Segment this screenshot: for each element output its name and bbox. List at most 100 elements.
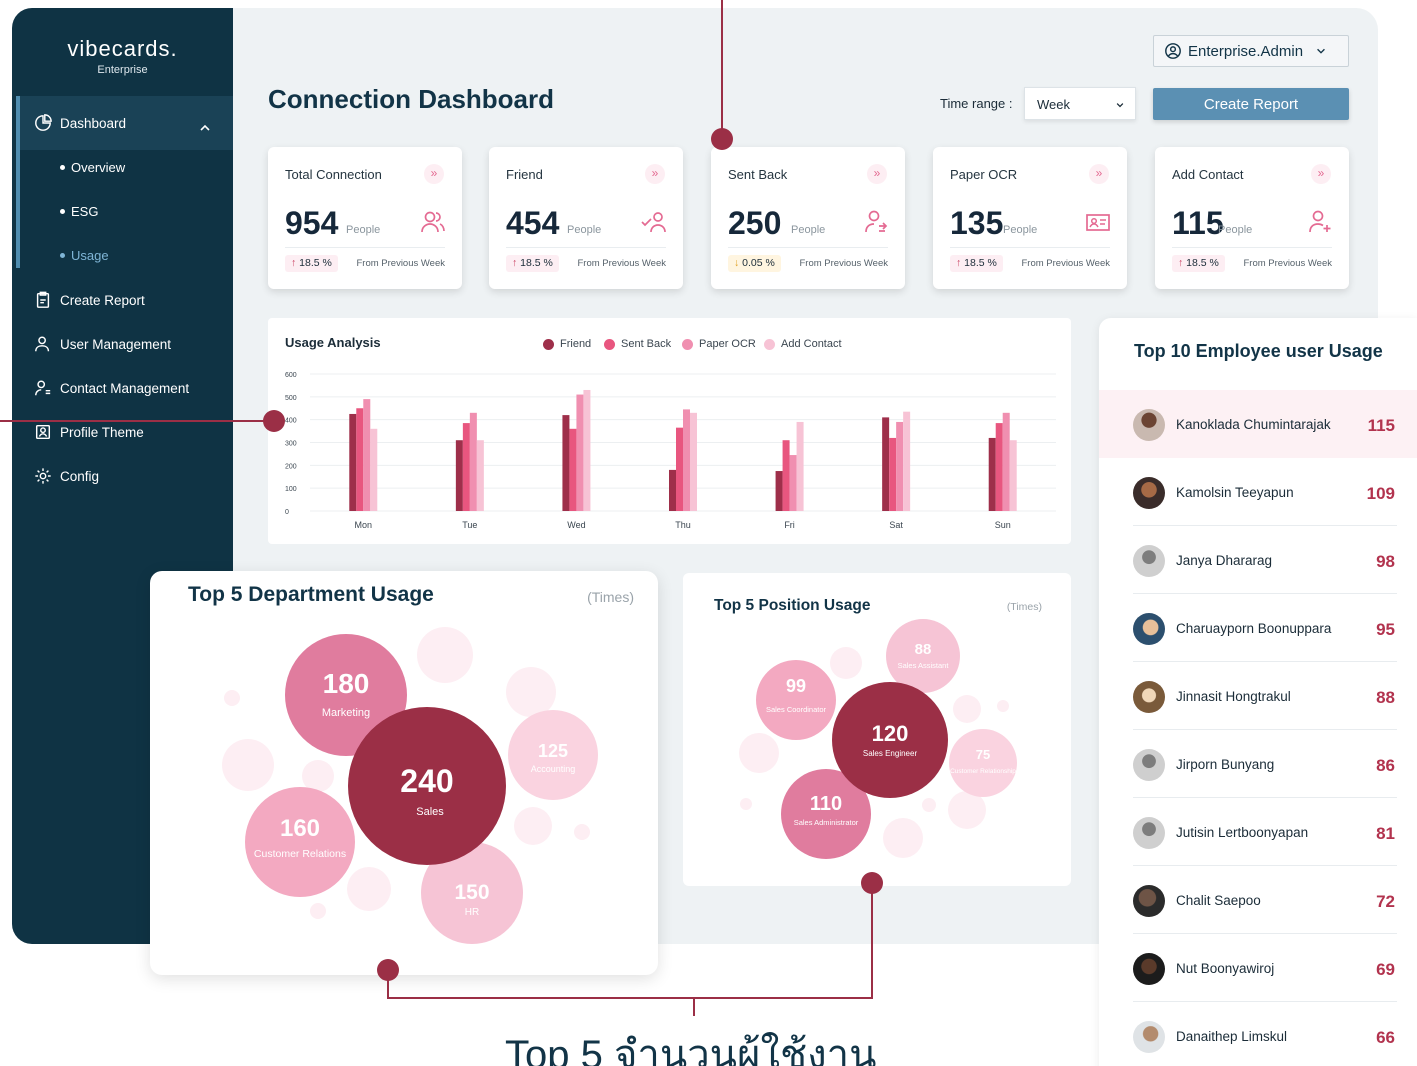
employee-row[interactable]: Danaithep Limskul 66 (1099, 1002, 1417, 1066)
decor-bubble (922, 798, 936, 812)
card-title: Paper OCR (950, 167, 1018, 182)
employee-count: 81 (1376, 824, 1395, 843)
employee-row[interactable]: Janya Dhararag 98 (1099, 526, 1417, 594)
decor-bubble (883, 818, 923, 858)
employee-row[interactable]: Jinnasit Hongtrakul 88 (1099, 662, 1417, 730)
double-chevron-right-icon[interactable]: » (1089, 164, 1109, 184)
employee-row[interactable]: Jutisin Lertboonyapan 81 (1099, 798, 1417, 866)
employee-count: 88 (1376, 688, 1395, 707)
bubble-sales-coordinator[interactable] (756, 660, 836, 740)
sidebar-item-dashboard[interactable]: Dashboard (34, 109, 126, 137)
avatar (1133, 477, 1165, 509)
change-value: 18.5 % (1186, 257, 1219, 269)
x-tick-label: Thu (675, 520, 691, 530)
time-range-label: Time range : (940, 96, 1013, 111)
bar-paper-ocr (469, 412, 477, 511)
sidebar-item-label: Config (60, 468, 100, 484)
double-chevron-right-icon[interactable]: » (424, 164, 444, 184)
card-value: 954 (285, 205, 339, 241)
x-tick-label: Sat (889, 520, 903, 530)
employee-row[interactable]: Jirporn Bunyang 86 (1099, 730, 1417, 798)
bubble-value: 180 (323, 668, 370, 699)
x-tick-label: Wed (567, 520, 585, 530)
sidebar-item-contact-management[interactable]: Contact Management (34, 374, 189, 402)
bubble-customer-relations[interactable] (245, 787, 355, 897)
employee-row[interactable]: Charuayporn Boonuppara 95 (1099, 594, 1417, 662)
time-range-select[interactable]: Week (1024, 87, 1136, 120)
sidebar-item-label: Dashboard (60, 115, 127, 131)
sidebar-item-create-report[interactable]: Create Report (34, 286, 145, 314)
decor-bubble (506, 667, 556, 717)
employee-row[interactable]: Kamolsin Teeyapun 109 (1099, 458, 1417, 526)
bar-add-contact (903, 411, 911, 511)
avatar (1133, 613, 1165, 645)
bubble-value: 75 (976, 747, 990, 762)
sidebar-item-label: Create Report (60, 292, 145, 308)
user-name: Enterprise.Admin (1188, 42, 1304, 60)
bar-friend (988, 437, 996, 511)
employee-count: 95 (1376, 620, 1395, 639)
card-unit: People (791, 224, 826, 236)
employee-name: Nut Boonyawiroj (1176, 961, 1275, 976)
change-badge: ↑ 18.5 % (1172, 255, 1225, 272)
sidebar-subitem-esg[interactable]: ESG (60, 200, 98, 222)
contact-icon (35, 380, 51, 396)
card-unit: People (1218, 224, 1253, 236)
bar-friend (669, 469, 676, 511)
profile-card-icon (35, 424, 51, 440)
sidebar-subitem-overview[interactable]: Overview (60, 156, 125, 178)
user-menu[interactable]: Enterprise.Admin (1153, 35, 1349, 67)
bar-friend (562, 415, 570, 511)
bar-sent-back (569, 428, 577, 511)
stat-card-total-connection[interactable]: Total Connection » 954 People ↑ 18.5 % F… (268, 147, 462, 289)
employee-name: Jutisin Lertboonyapan (1176, 825, 1309, 840)
nav-active-indicator (16, 96, 20, 268)
employee-row[interactable]: Chalit Saepoo 72 (1099, 866, 1417, 934)
sidebar-item-profile-theme[interactable]: Profile Theme (34, 418, 144, 446)
card-title: Add Contact (1172, 167, 1244, 182)
bubble-value: 240 (400, 763, 453, 799)
stat-card-sent-back[interactable]: Sent Back » 250 People ↓ 0.05 % From Pre… (711, 147, 905, 289)
sidebar-subitem-label: Overview (71, 159, 126, 175)
arrow-up-icon: ↑ (1178, 257, 1187, 269)
bar-paper-ocr (576, 394, 584, 511)
bubble-value: 88 (915, 641, 932, 658)
brand-logo: vibecards. Enterprise (12, 36, 233, 76)
card-value: 115 (1172, 205, 1224, 241)
brand-name: vibecards. (67, 36, 178, 61)
gear-icon (35, 468, 51, 484)
change-note: From Previous Week (1243, 258, 1332, 269)
stat-card-paper-ocr[interactable]: Paper OCR » 135 People ↑ 18.5 % From Pre… (933, 147, 1127, 289)
sidebar-item-user-management[interactable]: User Management (34, 330, 171, 358)
chevron-up-icon[interactable] (198, 121, 212, 135)
bubble-label: Accounting (531, 764, 576, 774)
change-badge: ↑ 18.5 % (506, 255, 559, 272)
decor-bubble (302, 760, 334, 792)
stat-card-add-contact[interactable]: Add Contact » 115 People ↑ 18.5 % From P… (1155, 147, 1349, 289)
avatar (1133, 749, 1165, 781)
double-chevron-right-icon[interactable]: » (645, 164, 665, 184)
usage-bar-chart: 0 100 200 300 400 500 600 Mon Tue Wed Thu Fri Sat Sun (285, 372, 1056, 530)
bubble-customer-relationship[interactable] (949, 729, 1017, 797)
sent-back-icon (865, 210, 888, 233)
stage: vibecards. Enterprise Dashboard Overview… (0, 0, 1417, 1066)
sidebar-item-label: User Management (60, 336, 172, 352)
bullet-icon (60, 164, 65, 170)
create-report-button[interactable]: Create Report (1153, 88, 1349, 120)
double-chevron-right-icon[interactable]: » (1311, 164, 1331, 184)
decor-bubble (830, 647, 862, 679)
bubble-value: 150 (454, 881, 489, 904)
double-chevron-right-icon[interactable]: » (867, 164, 887, 184)
bubble-value: 125 (538, 741, 568, 761)
sidebar-subitem-usage[interactable]: Usage (60, 244, 109, 266)
employee-row[interactable]: Nut Boonyawiroj 69 (1099, 934, 1417, 1002)
employee-name: Charuayporn Boonuppara (1176, 621, 1332, 636)
stat-card-friend[interactable]: Friend » 454 People ↑ 18.5 % From Previo… (489, 147, 683, 289)
employee-name: Danaithep Limskul (1176, 1029, 1288, 1044)
position-bubble-chart: 88 Sales Assistant 99 Sales Coordinator … (739, 619, 1017, 859)
employee-row[interactable]: Kanoklada Chumintarajak 115 (1099, 390, 1417, 458)
bubble-value: 110 (810, 793, 842, 815)
arrow-up-icon: ↑ (291, 257, 300, 269)
sidebar-item-config[interactable]: Config (34, 462, 99, 490)
bar-add-contact (476, 440, 484, 511)
